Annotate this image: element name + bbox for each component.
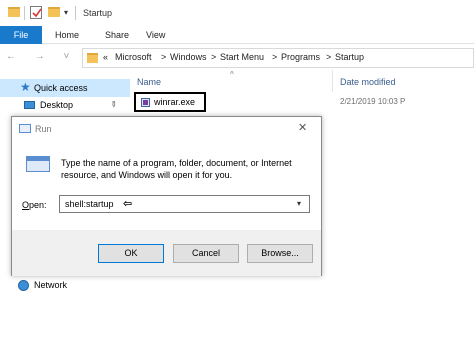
window-title: Startup — [83, 8, 113, 18]
nav-item-desktop[interactable]: Desktop ✎ — [0, 98, 130, 114]
new-folder-icon[interactable] — [48, 7, 60, 17]
breadcrumb-start-menu[interactable]: Start Menu — [220, 52, 264, 62]
open-input-value[interactable]: shell:startup — [65, 199, 114, 209]
cancel-button[interactable]: Cancel — [173, 244, 239, 263]
run-icon — [19, 124, 31, 133]
browse-button[interactable]: Browse... — [247, 244, 313, 263]
nav-item-label: Quick access — [34, 83, 88, 93]
breadcrumb-startup[interactable]: Startup — [335, 52, 364, 62]
close-icon[interactable]: ✕ — [298, 121, 307, 134]
sort-indicator-icon: ^ — [230, 70, 234, 79]
run-program-icon — [26, 156, 50, 172]
pin-icon[interactable]: ✎ — [108, 99, 119, 110]
open-combobox[interactable]: shell:startup ⇦ ▾ — [59, 195, 310, 213]
breadcrumb-separator[interactable]: > — [161, 52, 166, 62]
exe-file-icon — [141, 98, 150, 107]
breadcrumb-microsoft[interactable]: Microsoft — [115, 52, 152, 62]
ok-button[interactable]: OK — [98, 244, 164, 263]
chevron-down-icon[interactable]: ▾ — [297, 199, 301, 208]
pointer-arrow-icon: ⇦ — [123, 198, 133, 210]
nav-item-network[interactable]: Network — [0, 278, 130, 294]
file-row-winrar[interactable]: winrar.exe — [134, 92, 206, 112]
tab-home[interactable]: Home — [55, 26, 79, 44]
breadcrumb-overflow[interactable]: « — [103, 52, 108, 62]
nav-item-label: Network — [34, 280, 68, 290]
run-dialog-title: Run — [35, 124, 52, 134]
star-icon: ★ — [20, 80, 31, 94]
quick-access-dropdown-icon[interactable]: ▾ — [64, 8, 68, 17]
file-name: winrar.exe — [154, 97, 196, 107]
folder-icon[interactable] — [8, 7, 20, 17]
toolbar-separator — [75, 6, 76, 20]
nav-item-label: Desktop — [40, 100, 74, 110]
address-bar[interactable]: « Microsoft > Windows > Start Menu > Pro… — [82, 48, 474, 68]
breadcrumb-windows[interactable]: Windows — [170, 52, 207, 62]
address-row: ← → ˅ ↑ « Microsoft > Windows > Start Me… — [0, 44, 474, 70]
explorer-titlebar: ▾ Startup — [0, 0, 474, 26]
tab-share[interactable]: Share — [105, 26, 129, 44]
run-dialog: Run ✕ Type the name of a program, folder… — [11, 116, 322, 276]
column-header-date-modified[interactable]: Date modified — [340, 77, 396, 87]
run-description-line1: Type the name of a program, folder, docu… — [61, 158, 292, 168]
column-header-name[interactable]: Name — [137, 77, 161, 87]
run-dialog-footer: OK Cancel Browse... — [12, 230, 321, 276]
nav-item-quick-access[interactable]: ★ Quick access — [0, 79, 130, 97]
column-separator[interactable] — [332, 70, 333, 92]
desktop-icon — [24, 101, 35, 109]
breadcrumb-separator[interactable]: > — [211, 52, 216, 62]
file-date-modified: 2/21/2019 10:03 P — [340, 97, 406, 106]
tab-file[interactable]: File — [0, 26, 42, 44]
open-label: Open: — [22, 200, 47, 210]
tab-view[interactable]: View — [146, 26, 165, 44]
address-folder-icon — [87, 53, 98, 63]
ribbon-tabs: File Home Share View — [0, 26, 474, 44]
breadcrumb-separator[interactable]: > — [272, 52, 277, 62]
breadcrumb-separator[interactable]: > — [326, 52, 331, 62]
network-icon — [18, 280, 29, 291]
run-description-line2: resource, and Windows will open it for y… — [61, 170, 233, 180]
properties-check-icon[interactable] — [30, 6, 42, 19]
toolbar-separator — [24, 6, 25, 20]
breadcrumb-programs[interactable]: Programs — [281, 52, 320, 62]
open-label-text: pen: — [29, 200, 47, 210]
run-dialog-titlebar[interactable]: Run ✕ — [12, 117, 321, 141]
open-label-accelerator: O — [22, 200, 30, 210]
